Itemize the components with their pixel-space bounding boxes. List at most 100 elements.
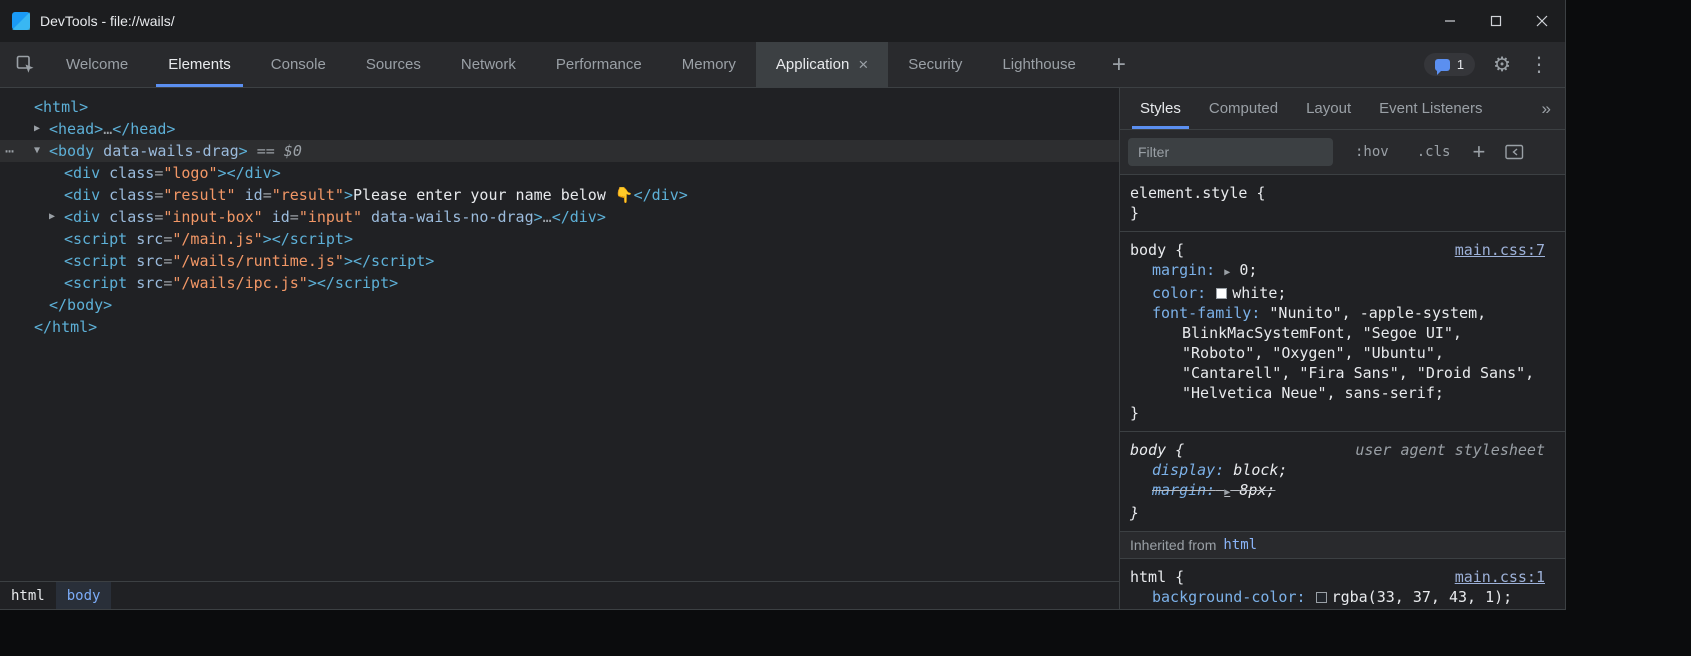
- dom-token: "/main.js": [172, 230, 262, 248]
- breadcrumb-item-body[interactable]: body: [56, 582, 112, 609]
- dom-token: >: [239, 142, 248, 160]
- dom-node[interactable]: <script src="/wails/ipc.js"></script>: [0, 272, 1119, 294]
- dom-node[interactable]: ▶<div class="input-box" id="input" data-…: [0, 206, 1119, 228]
- dom-node[interactable]: ⋯▼<body data-wails-drag> == $0: [0, 140, 1119, 162]
- minimize-button[interactable]: [1427, 0, 1473, 42]
- tab-performance[interactable]: Performance: [536, 42, 662, 87]
- tab-memory[interactable]: Memory: [662, 42, 756, 87]
- css-declaration-continuation: "Cantarell", "Fira Sans", "Droid Sans",: [1130, 363, 1545, 383]
- tab-lighthouse[interactable]: Lighthouse: [982, 42, 1095, 87]
- sidebar-tab-computed[interactable]: Computed: [1195, 88, 1292, 129]
- expand-arrow-icon[interactable]: ▶: [34, 118, 40, 140]
- css-declaration[interactable]: color: white;: [1130, 283, 1545, 303]
- css-property-name: font-family:: [1152, 304, 1260, 322]
- sidebar-tab-layout[interactable]: Layout: [1292, 88, 1365, 129]
- tab-label: Sources: [366, 56, 421, 73]
- more-menu-icon[interactable]: ⋮: [1529, 55, 1549, 75]
- css-property-value: block;: [1233, 461, 1287, 479]
- dom-node[interactable]: <script src="/wails/runtime.js"></script…: [0, 250, 1119, 272]
- stylesheet-link[interactable]: main.css:1: [1455, 567, 1545, 587]
- inspect-element-icon[interactable]: [4, 42, 46, 87]
- closing-brace: }: [1130, 503, 1545, 523]
- dom-token: =: [263, 186, 272, 204]
- dom-node[interactable]: <div class="result" id="result">Please e…: [0, 184, 1119, 206]
- dom-token: </html>: [34, 318, 97, 336]
- css-selector[interactable]: body {: [1130, 240, 1184, 260]
- styles-filter-input[interactable]: [1128, 138, 1333, 166]
- toggle-computed-sidebar-icon[interactable]: [1505, 144, 1524, 160]
- collapse-arrow-icon[interactable]: ▼: [34, 140, 40, 162]
- styles-sidebar: StylesComputedLayoutEvent Listeners » :h…: [1119, 88, 1565, 609]
- css-property-name: color:: [1152, 284, 1206, 302]
- more-tools-plus-icon[interactable]: +: [1096, 42, 1142, 87]
- close-icon: [1536, 15, 1548, 27]
- new-style-rule-icon[interactable]: +: [1472, 141, 1485, 163]
- tab-close-icon[interactable]: ×: [858, 56, 868, 73]
- tab-application[interactable]: Application ×: [756, 42, 888, 87]
- dom-node[interactable]: </body>: [0, 294, 1119, 316]
- dom-node[interactable]: ▶<head>…</head>: [0, 118, 1119, 140]
- overflow-tabs-icon[interactable]: »: [1528, 88, 1565, 129]
- tab-label: Lighthouse: [1002, 56, 1075, 73]
- maximize-button[interactable]: [1473, 0, 1519, 42]
- dom-node[interactable]: </html>: [0, 316, 1119, 338]
- css-property-value: 0;: [1239, 261, 1257, 279]
- css-declaration[interactable]: margin: ▶ 0;: [1130, 260, 1545, 283]
- pseudo-state-toggle[interactable]: :hov: [1349, 140, 1395, 164]
- expand-arrow-icon[interactable]: ▶: [49, 206, 55, 228]
- close-button[interactable]: [1519, 0, 1565, 42]
- dom-token: =: [290, 208, 299, 226]
- dom-node[interactable]: <html>: [0, 96, 1119, 118]
- closing-brace: }: [1130, 607, 1545, 609]
- tab-welcome[interactable]: Welcome: [46, 42, 148, 87]
- dom-node[interactable]: <script src="/main.js"></script>: [0, 228, 1119, 250]
- css-selector[interactable]: html {: [1130, 567, 1184, 587]
- tab-security[interactable]: Security: [888, 42, 982, 87]
- dom-token: >: [308, 274, 317, 292]
- inherited-from-label: Inherited from: [1130, 535, 1216, 555]
- tab-label: Performance: [556, 56, 642, 73]
- css-selector[interactable]: element.style {: [1130, 183, 1265, 203]
- color-swatch-icon[interactable]: [1216, 288, 1227, 299]
- tab-label: Application: [776, 56, 849, 73]
- tab-network[interactable]: Network: [441, 42, 536, 87]
- tab-console[interactable]: Console: [251, 42, 346, 87]
- breadcrumb-item-html[interactable]: html: [0, 582, 56, 609]
- dom-node[interactable]: <div class="logo"></div>: [0, 162, 1119, 184]
- css-declaration[interactable]: margin: ▶ 8px;: [1130, 480, 1545, 503]
- sidebar-tab-bar: StylesComputedLayoutEvent Listeners »: [1120, 88, 1565, 130]
- css-declaration[interactable]: background-color: rgba(33, 37, 43, 1);: [1130, 587, 1545, 607]
- dom-token: 👇: [615, 186, 634, 204]
- style-rule: body { main.css:7margin: ▶ 0;color: white…: [1120, 232, 1565, 432]
- tab-sources[interactable]: Sources: [346, 42, 441, 87]
- tab-elements[interactable]: Elements: [148, 42, 251, 87]
- css-declaration-continuation: BlinkMacSystemFont, "Segoe UI",: [1130, 323, 1545, 343]
- dom-token: class: [100, 186, 154, 204]
- css-declaration[interactable]: display: block;: [1130, 460, 1545, 480]
- css-declaration[interactable]: font-family: "Nunito", -apple-system,: [1130, 303, 1545, 323]
- sidebar-tab-styles[interactable]: Styles: [1126, 88, 1195, 129]
- dom-token: </div>: [227, 164, 281, 182]
- inherited-from-node[interactable]: html: [1223, 535, 1257, 555]
- sidebar-tab-event-listeners[interactable]: Event Listeners: [1365, 88, 1496, 129]
- dom-token: "result": [272, 186, 344, 204]
- dom-token: </script>: [272, 230, 353, 248]
- expand-shorthand-icon[interactable]: ▶: [1224, 267, 1230, 278]
- dom-token: Please enter your name below: [353, 186, 615, 204]
- element-class-toggle[interactable]: .cls: [1411, 140, 1457, 164]
- css-declaration-continuation: "Helvetica Neue", sans-serif;: [1130, 383, 1545, 403]
- css-selector[interactable]: body {: [1130, 440, 1184, 460]
- window-title: DevTools - file://wails/: [40, 13, 175, 29]
- issues-counter-button[interactable]: 1: [1424, 53, 1475, 76]
- settings-gear-icon[interactable]: ⚙: [1493, 55, 1511, 75]
- devtools-app-icon: [12, 12, 30, 30]
- expand-shorthand-icon[interactable]: ▶: [1224, 487, 1230, 498]
- tab-label: Elements: [168, 56, 231, 73]
- dom-token: id: [236, 186, 263, 204]
- dom-token: >: [263, 230, 272, 248]
- color-swatch-icon[interactable]: [1316, 592, 1327, 603]
- dom-token: <body: [49, 142, 94, 160]
- node-menu-dots-icon[interactable]: ⋯: [5, 140, 13, 162]
- stylesheet-link[interactable]: main.css:7: [1455, 240, 1545, 260]
- inherited-from-header: Inherited from html: [1120, 531, 1565, 559]
